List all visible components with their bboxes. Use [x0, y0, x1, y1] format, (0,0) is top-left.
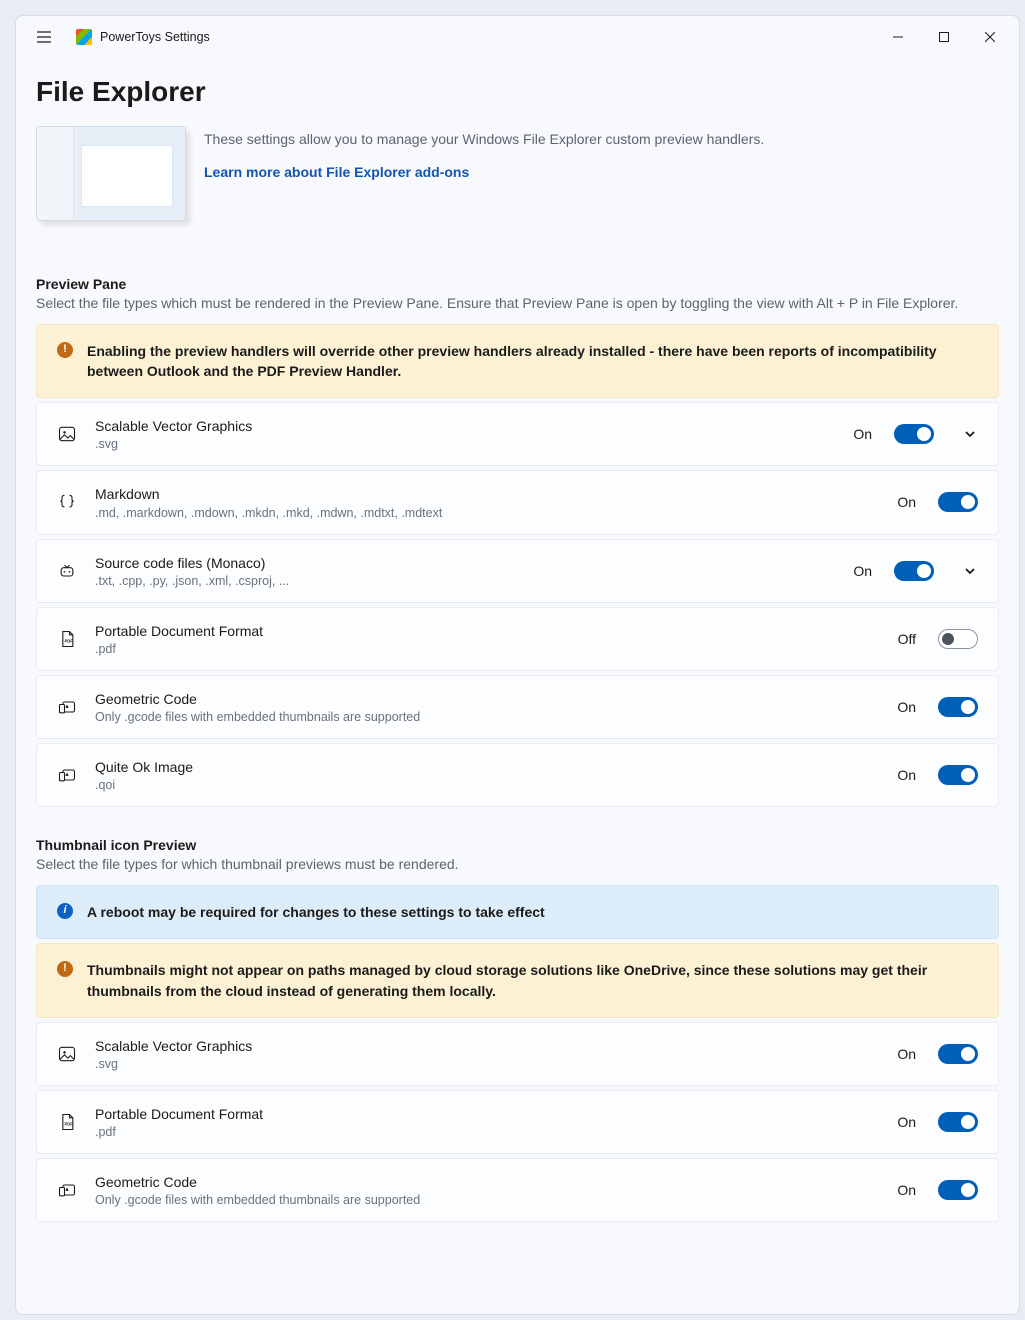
row-labels: Geometric Code Only .gcode files with emb…	[95, 690, 879, 724]
thumbnail-item: Scalable Vector Graphics .svg On	[36, 1022, 999, 1086]
image-icon	[57, 1044, 77, 1064]
thumbnail-section-subtitle: Select the file types for which thumbnai…	[36, 855, 999, 875]
row-subtitle: Only .gcode files with embedded thumbnai…	[95, 710, 879, 724]
thumbnail-info: i A reboot may be required for changes t…	[36, 885, 999, 939]
hero-description: These settings allow you to manage your …	[204, 130, 999, 150]
row-subtitle: .pdf	[95, 1125, 879, 1139]
preview-warning-text: Enabling the preview handlers will overr…	[87, 341, 978, 382]
toggle-state-label: On	[897, 494, 916, 510]
thumbnail-warning: ! Thumbnails might not appear on paths m…	[36, 943, 999, 1018]
toggle-state-label: On	[897, 1114, 916, 1130]
geo-icon	[57, 765, 77, 785]
braces-icon	[57, 492, 77, 512]
toggle-state-label: Off	[898, 631, 916, 647]
row-title: Portable Document Format	[95, 1105, 879, 1123]
chevron-down-icon[interactable]	[962, 563, 978, 579]
preview-warning: ! Enabling the preview handlers will ove…	[36, 324, 999, 399]
preview-item: Markdown .md, .markdown, .mdown, .mkdn, .…	[36, 470, 999, 534]
hero-link[interactable]: Learn more about File Explorer add-ons	[204, 164, 469, 180]
hero: These settings allow you to manage your …	[36, 126, 999, 221]
row-subtitle: Only .gcode files with embedded thumbnai…	[95, 1193, 879, 1207]
svg-text:PDF: PDF	[65, 638, 74, 643]
warning-icon: !	[57, 961, 73, 977]
preview-section-header: Preview Pane Select the file types which…	[36, 276, 999, 314]
toggle-switch[interactable]	[938, 1180, 978, 1200]
preview-section-title: Preview Pane	[36, 276, 999, 292]
row-subtitle: .md, .markdown, .mdown, .mkdn, .mkd, .md…	[95, 506, 879, 520]
row-title: Quite Ok Image	[95, 758, 879, 776]
preview-section-subtitle: Select the file types which must be rend…	[36, 294, 999, 314]
row-labels: Portable Document Format .pdf	[95, 1105, 879, 1139]
row-subtitle: .qoi	[95, 778, 879, 792]
image-icon	[57, 424, 77, 444]
minimize-button[interactable]	[875, 21, 921, 53]
row-title: Source code files (Monaco)	[95, 554, 835, 572]
preview-item: Source code files (Monaco) .txt, .cpp, .p…	[36, 539, 999, 603]
row-labels: Scalable Vector Graphics .svg	[95, 417, 835, 451]
info-icon: i	[57, 903, 73, 919]
toggle-switch[interactable]	[938, 765, 978, 785]
toggle-switch[interactable]	[894, 424, 934, 444]
thumbnail-section-header: Thumbnail icon Preview Select the file t…	[36, 837, 999, 875]
toggle-state-label: On	[897, 1046, 916, 1062]
toggle-switch[interactable]	[938, 492, 978, 512]
thumbnail-item: PDF Portable Document Format .pdf On	[36, 1090, 999, 1154]
warning-icon: !	[57, 342, 73, 358]
thumbnail-info-text: A reboot may be required for changes to …	[87, 902, 978, 922]
app-title: PowerToys Settings	[100, 30, 210, 44]
preview-item: Quite Ok Image .qoi On	[36, 743, 999, 807]
pdf-icon: PDF	[57, 629, 77, 649]
close-button[interactable]	[967, 21, 1013, 53]
row-labels: Geometric Code Only .gcode files with emb…	[95, 1173, 879, 1207]
row-subtitle: .svg	[95, 1057, 879, 1071]
maximize-button[interactable]	[921, 21, 967, 53]
toggle-switch[interactable]	[894, 561, 934, 581]
preview-item: Scalable Vector Graphics .svg On	[36, 402, 999, 466]
preview-item: Geometric Code Only .gcode files with emb…	[36, 675, 999, 739]
row-labels: Quite Ok Image .qoi	[95, 758, 879, 792]
robot-icon	[57, 561, 77, 581]
hero-thumbnail	[36, 126, 186, 221]
toggle-state-label: On	[853, 563, 872, 579]
thumbnail-warning-text: Thumbnails might not appear on paths man…	[87, 960, 978, 1001]
page-title: File Explorer	[36, 76, 999, 108]
row-labels: Markdown .md, .markdown, .mdown, .mkdn, .…	[95, 485, 879, 519]
chevron-down-icon[interactable]	[962, 426, 978, 442]
row-labels: Scalable Vector Graphics .svg	[95, 1037, 879, 1071]
row-labels: Portable Document Format .pdf	[95, 622, 880, 656]
toggle-state-label: On	[853, 426, 872, 442]
row-title: Geometric Code	[95, 690, 879, 708]
row-title: Scalable Vector Graphics	[95, 417, 835, 435]
geo-icon	[57, 697, 77, 717]
app-window: PowerToys Settings File Explorer These s…	[15, 15, 1020, 1315]
toggle-state-label: On	[897, 767, 916, 783]
row-title: Portable Document Format	[95, 622, 880, 640]
toggle-switch[interactable]	[938, 629, 978, 649]
row-subtitle: .txt, .cpp, .py, .json, .xml, .csproj, .…	[95, 574, 835, 588]
pdf-icon: PDF	[57, 1112, 77, 1132]
toggle-switch[interactable]	[938, 1044, 978, 1064]
row-title: Markdown	[95, 485, 879, 503]
preview-item: PDF Portable Document Format .pdf Off	[36, 607, 999, 671]
row-title: Scalable Vector Graphics	[95, 1037, 879, 1055]
row-labels: Source code files (Monaco) .txt, .cpp, .p…	[95, 554, 835, 588]
row-title: Geometric Code	[95, 1173, 879, 1191]
app-logo-icon	[76, 29, 92, 45]
geo-icon	[57, 1180, 77, 1200]
toggle-state-label: On	[897, 1182, 916, 1198]
toggle-state-label: On	[897, 699, 916, 715]
svg-text:PDF: PDF	[65, 1121, 74, 1126]
row-subtitle: .pdf	[95, 642, 880, 656]
hamburger-button[interactable]	[26, 19, 62, 55]
toggle-switch[interactable]	[938, 697, 978, 717]
toggle-switch[interactable]	[938, 1112, 978, 1132]
thumbnail-section-title: Thumbnail icon Preview	[36, 837, 999, 853]
row-subtitle: .svg	[95, 437, 835, 451]
content: File Explorer These settings allow you t…	[16, 58, 1019, 1246]
titlebar: PowerToys Settings	[16, 16, 1019, 58]
thumbnail-item: Geometric Code Only .gcode files with emb…	[36, 1158, 999, 1222]
